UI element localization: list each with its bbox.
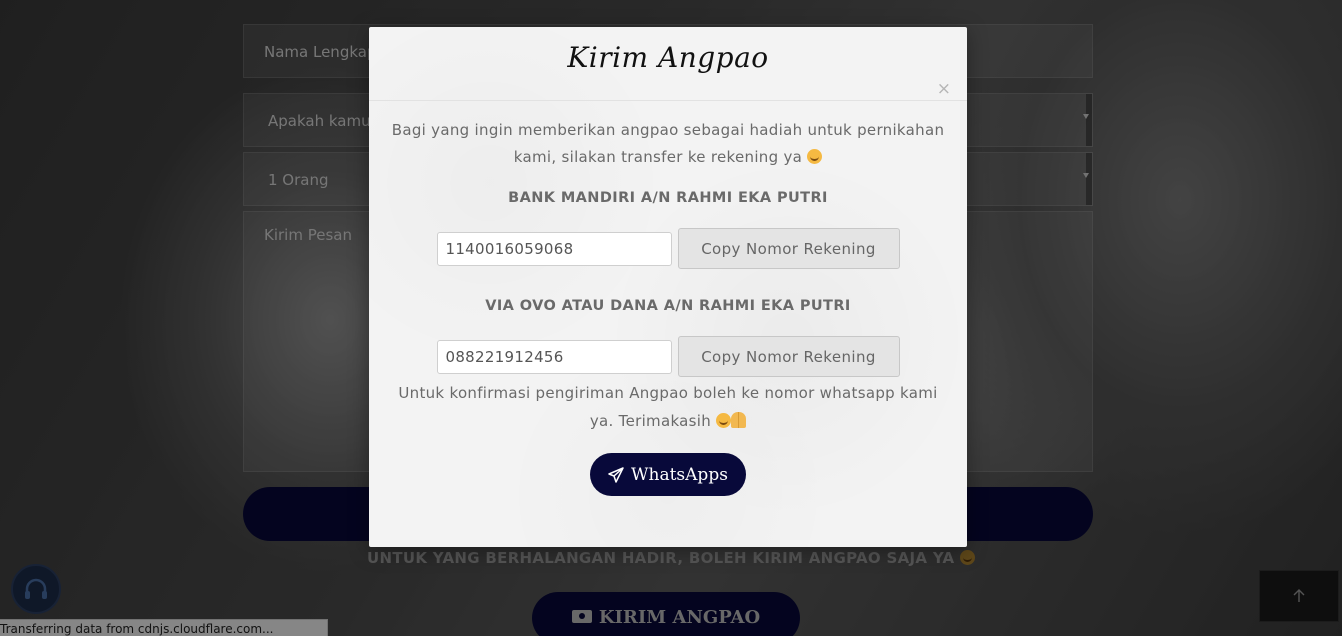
- angpao-modal: Kirim Angpao × Bagi yang ingin memberika…: [369, 27, 967, 547]
- whatsapp-button[interactable]: WhatsApps: [590, 453, 746, 496]
- ovo-dana-title: VIA OVO ATAU DANA A/N RAHMI EKA PUTRI: [485, 298, 851, 314]
- status-text: Transferring data from cdnjs.cloudflare.…: [0, 622, 274, 636]
- intro-text: Bagi yang ingin memberikan angpao sebaga…: [391, 121, 945, 166]
- modal-header: Kirim Angpao ×: [369, 27, 967, 101]
- arrow-up-icon: [1293, 589, 1305, 602]
- attendance-placeholder: Apakah kamu: [268, 112, 371, 130]
- bank-mandiri-number-field[interactable]: [436, 231, 672, 266]
- browser-status-bar: Transferring data from cdnjs.cloudflare.…: [0, 619, 328, 636]
- caret-down-icon: [1083, 114, 1089, 119]
- ovo-dana-row: Copy Nomor Rekening: [391, 336, 945, 377]
- caret-down-icon: [1083, 173, 1089, 178]
- back-to-top-button[interactable]: [1259, 570, 1339, 622]
- confirm-paragraph: Untuk konfirmasi pengiriman Angpao boleh…: [391, 379, 945, 435]
- intro-paragraph: Bagi yang ingin memberikan angpao sebaga…: [391, 117, 945, 171]
- headphones-icon: [25, 578, 47, 599]
- message-placeholder: Kirim Pesan: [264, 226, 352, 244]
- pray-emoji-icon: [731, 412, 747, 428]
- paper-plane-icon: [608, 466, 624, 483]
- confirm-text: Untuk konfirmasi pengiriman Angpao boleh…: [398, 384, 938, 430]
- kirim-angpao-label: KIRIM ANGPAO: [598, 607, 761, 628]
- name-placeholder: Nama Lengkap: [264, 43, 377, 61]
- smile-emoji-icon: [807, 149, 823, 164]
- select-edge: [1086, 153, 1092, 205]
- music-toggle-button[interactable]: [11, 564, 61, 614]
- guest-count-value: 1 Orang: [268, 171, 329, 189]
- money-icon: [571, 610, 592, 623]
- smile-emoji-icon: [716, 413, 732, 428]
- select-edge: [1086, 94, 1092, 146]
- modal-title: Kirim Angpao: [567, 41, 769, 74]
- copy-ovo-dana-button[interactable]: Copy Nomor Rekening: [677, 336, 900, 377]
- angpao-note: UNTUK YANG BERHALANGAN HADIR, BOLEH KIRI…: [0, 549, 1342, 567]
- ovo-dana-number-field[interactable]: [436, 339, 672, 374]
- angpao-note-text: UNTUK YANG BERHALANGAN HADIR, BOLEH KIRI…: [367, 549, 955, 567]
- wedding-invitation-page: Nama Lengkap Apakah kamu 1 Orang Kirim P…: [0, 0, 1342, 636]
- bank-mandiri-row: Copy Nomor Rekening: [391, 228, 945, 269]
- kirim-angpao-button[interactable]: KIRIM ANGPAO: [532, 592, 800, 636]
- whatsapp-label: WhatsApps: [631, 464, 728, 485]
- close-icon[interactable]: ×: [937, 81, 951, 98]
- smile-emoji-icon: [959, 550, 975, 565]
- bank-mandiri-title: BANK MANDIRI A/N RAHMI EKA PUTRI: [508, 190, 828, 206]
- copy-bank-mandiri-button[interactable]: Copy Nomor Rekening: [677, 228, 900, 269]
- modal-body: Bagi yang ingin memberikan angpao sebaga…: [369, 101, 967, 496]
